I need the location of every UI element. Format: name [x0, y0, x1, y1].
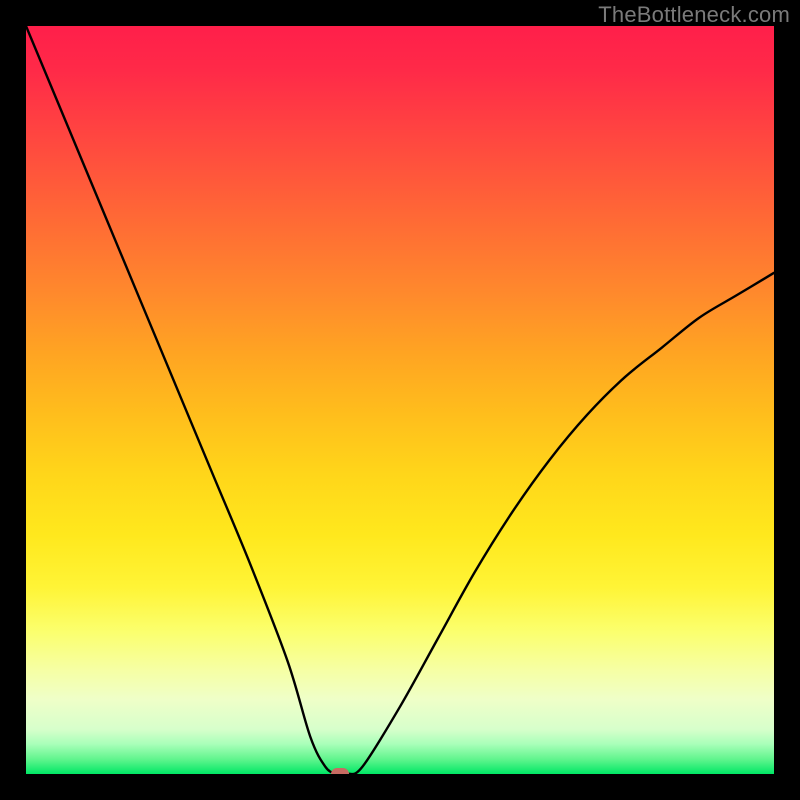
- plot-area: [26, 26, 774, 774]
- watermark-text: TheBottleneck.com: [598, 2, 790, 28]
- optimum-marker: [331, 768, 349, 774]
- chart-frame: TheBottleneck.com: [0, 0, 800, 800]
- bottleneck-curve: [26, 26, 774, 774]
